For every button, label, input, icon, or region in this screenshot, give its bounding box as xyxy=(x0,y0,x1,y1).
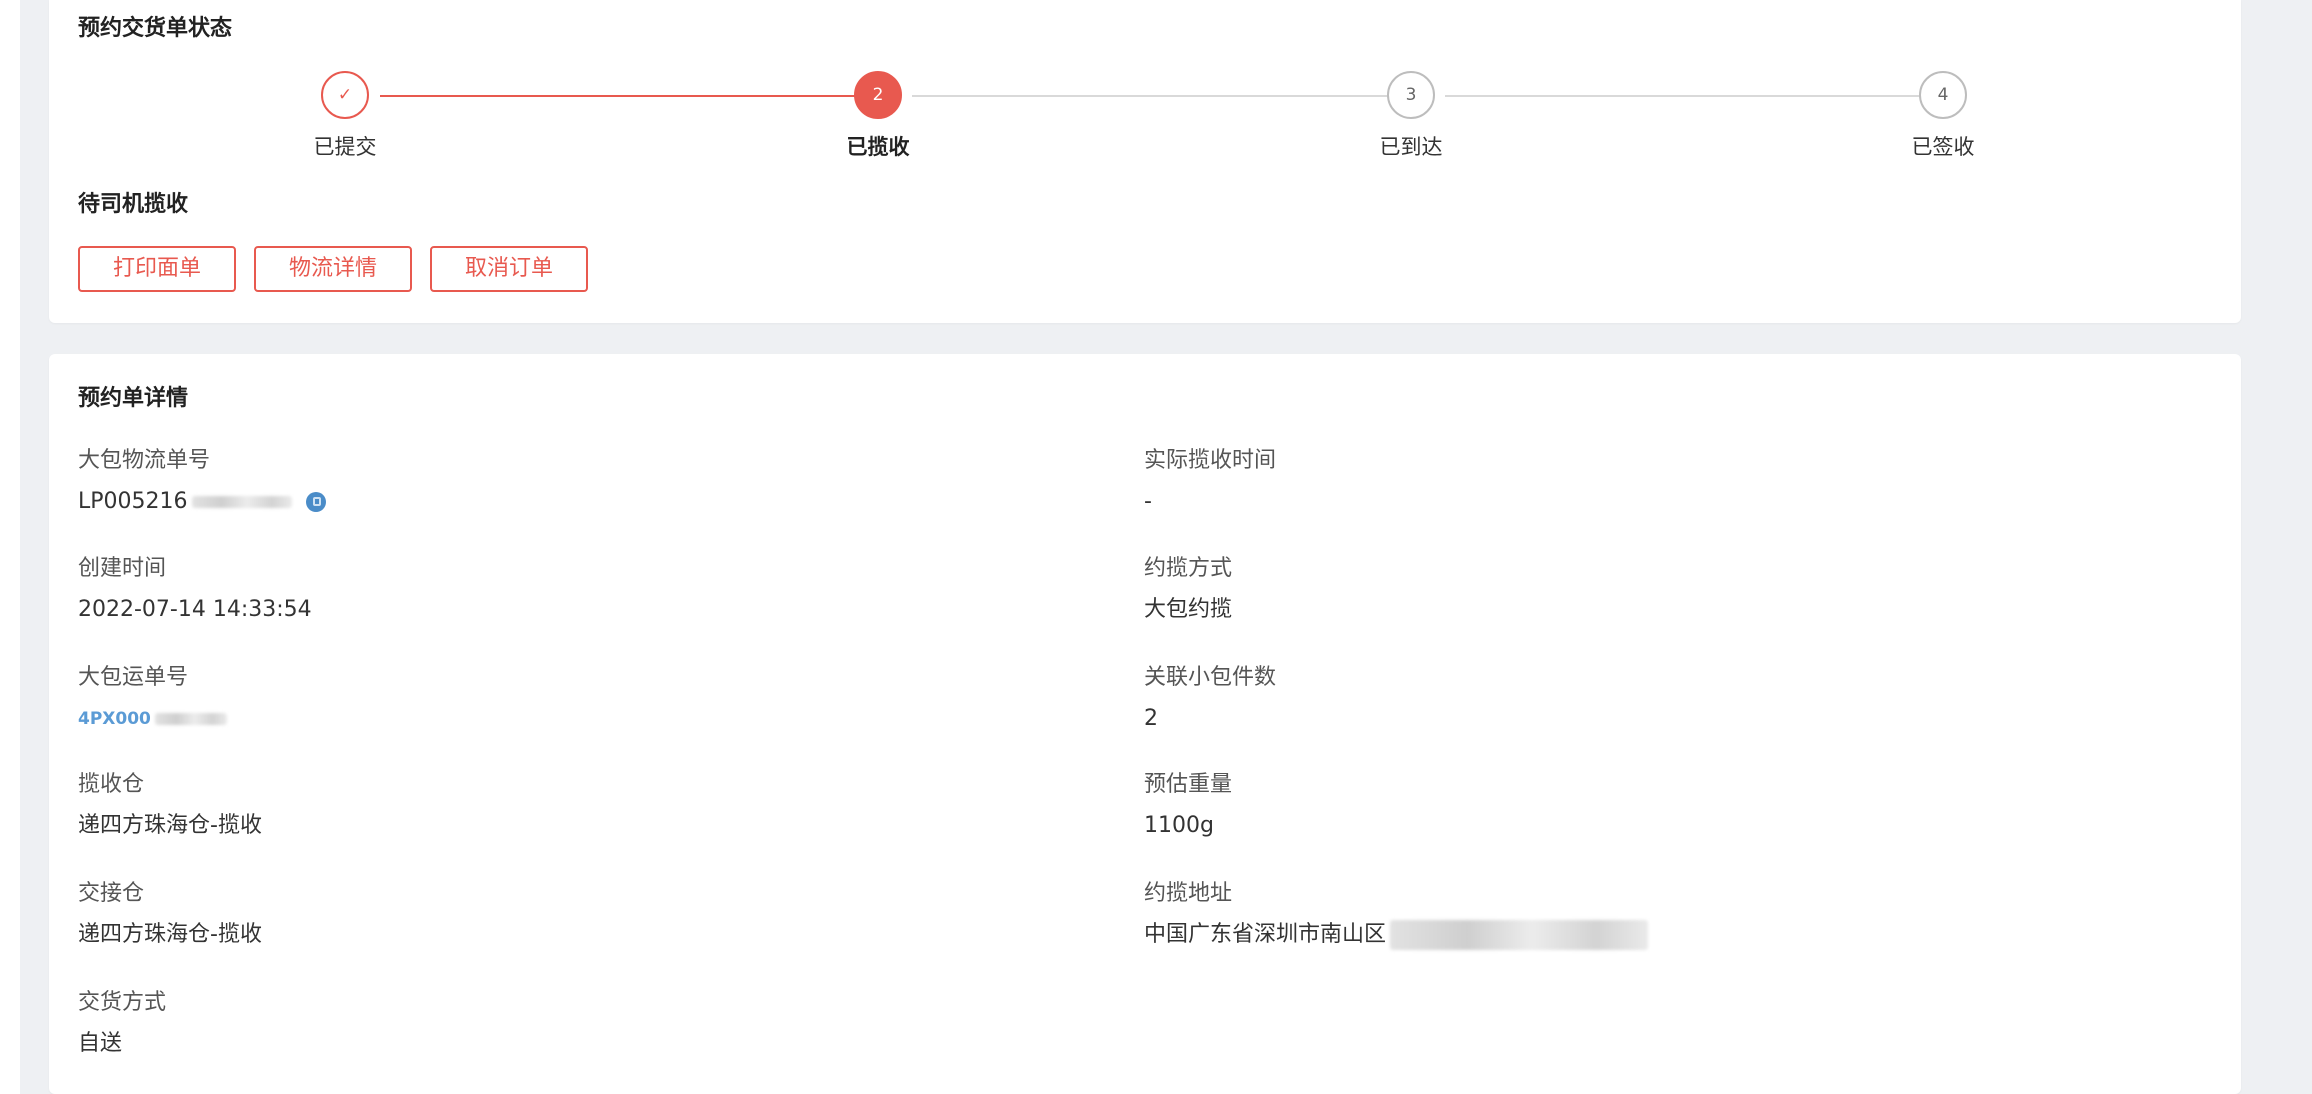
field-created-time: 创建时间 2022-07-14 14:33:54 xyxy=(78,554,312,625)
action-buttons: 打印面单 物流详情 取消订单 xyxy=(78,246,588,292)
field-value: 1100g xyxy=(1144,813,1214,838)
field-label: 大包运单号 xyxy=(78,665,189,690)
bulk-waybill-link[interactable]: 4PX000 xyxy=(78,704,151,734)
copy-icon[interactable] xyxy=(305,492,326,512)
logistics-detail-button[interactable]: 物流详情 xyxy=(254,246,412,292)
step-1-label: 已提交 xyxy=(313,135,377,159)
step-connector-1 xyxy=(380,95,858,97)
field-bulk-waybill-no: 大包运单号 4PX000 xyxy=(78,663,227,734)
field-pickup-address: 约揽地址 中国广东省深圳市南山区 xyxy=(1144,879,1649,950)
field-value: 中国广东省深圳市南山区 xyxy=(1144,920,1649,950)
detail-card-title: 预约单详情 xyxy=(78,386,189,411)
step-2-label: 已揽收 xyxy=(846,135,910,159)
field-delivery-method: 交货方式 自送 xyxy=(78,988,166,1059)
redacted-text xyxy=(154,713,227,725)
field-value: - xyxy=(1144,489,1152,514)
bulk-logistics-no-value: LP005216 xyxy=(78,489,188,514)
print-label-button[interactable]: 打印面单 xyxy=(78,246,236,292)
redacted-text xyxy=(1390,920,1649,950)
step-3-label: 已到达 xyxy=(1379,135,1443,159)
left-edge-strip xyxy=(0,0,20,1094)
pickup-address-value: 中国广东省深圳市南山区 xyxy=(1144,922,1387,947)
field-value: 2022-07-14 14:33:54 xyxy=(78,597,312,622)
field-actual-pickup-time: 实际揽收时间 - xyxy=(1144,446,1276,517)
field-label: 约揽地址 xyxy=(1144,881,1233,906)
step-4-label: 已签收 xyxy=(1911,135,1975,159)
field-value: 递四方珠海仓-揽收 xyxy=(78,813,262,838)
step-1-check-icon: ✓ xyxy=(321,71,369,119)
field-handover-warehouse: 交接仓 递四方珠海仓-揽收 xyxy=(78,879,262,950)
field-label: 交接仓 xyxy=(78,881,145,906)
field-linked-parcel-count: 关联小包件数 2 xyxy=(1144,663,1276,734)
cancel-order-button[interactable]: 取消订单 xyxy=(430,246,588,292)
step-4-node: 4 xyxy=(1919,71,1967,119)
order-detail-card: 预约单详情 大包物流单号 LP005216 创建时间 2022-07-14 14… xyxy=(49,354,2241,1094)
field-value: 自送 xyxy=(78,1031,123,1056)
field-label: 约揽方式 xyxy=(1144,556,1233,581)
order-status-card: 预约交货单状态 ✓ 2 3 4 已提交 已揽收 已到达 已签收 待司机揽收 打印… xyxy=(49,0,2241,323)
field-pickup-method: 约揽方式 大包约揽 xyxy=(1144,554,1232,625)
field-label: 预估重量 xyxy=(1144,772,1233,797)
field-label: 关联小包件数 xyxy=(1144,665,1277,690)
status-steps: ✓ 2 3 4 已提交 已揽收 已到达 已签收 xyxy=(49,0,2241,170)
field-label: 大包物流单号 xyxy=(78,448,211,473)
field-value: 递四方珠海仓-揽收 xyxy=(78,922,262,947)
field-label: 实际揽收时间 xyxy=(1144,448,1277,473)
field-value: 4PX000 xyxy=(78,704,227,734)
field-label: 创建时间 xyxy=(78,556,167,581)
field-label: 交货方式 xyxy=(78,990,167,1015)
field-value: LP005216 xyxy=(78,487,326,517)
field-estimated-weight: 预估重量 1100g xyxy=(1144,770,1232,841)
step-connector-2 xyxy=(912,95,1391,97)
step-connector-3 xyxy=(1445,95,1923,97)
field-label: 揽收仓 xyxy=(78,772,145,797)
step-3-node: 3 xyxy=(1387,71,1435,119)
status-text: 待司机揽收 xyxy=(78,192,189,217)
step-2-node: 2 xyxy=(854,71,902,119)
field-value: 大包约揽 xyxy=(1144,597,1233,622)
field-bulk-logistics-no: 大包物流单号 LP005216 xyxy=(78,446,326,517)
field-pickup-warehouse: 揽收仓 递四方珠海仓-揽收 xyxy=(78,770,262,841)
redacted-text xyxy=(191,496,292,508)
field-value: 2 xyxy=(1144,706,1158,731)
